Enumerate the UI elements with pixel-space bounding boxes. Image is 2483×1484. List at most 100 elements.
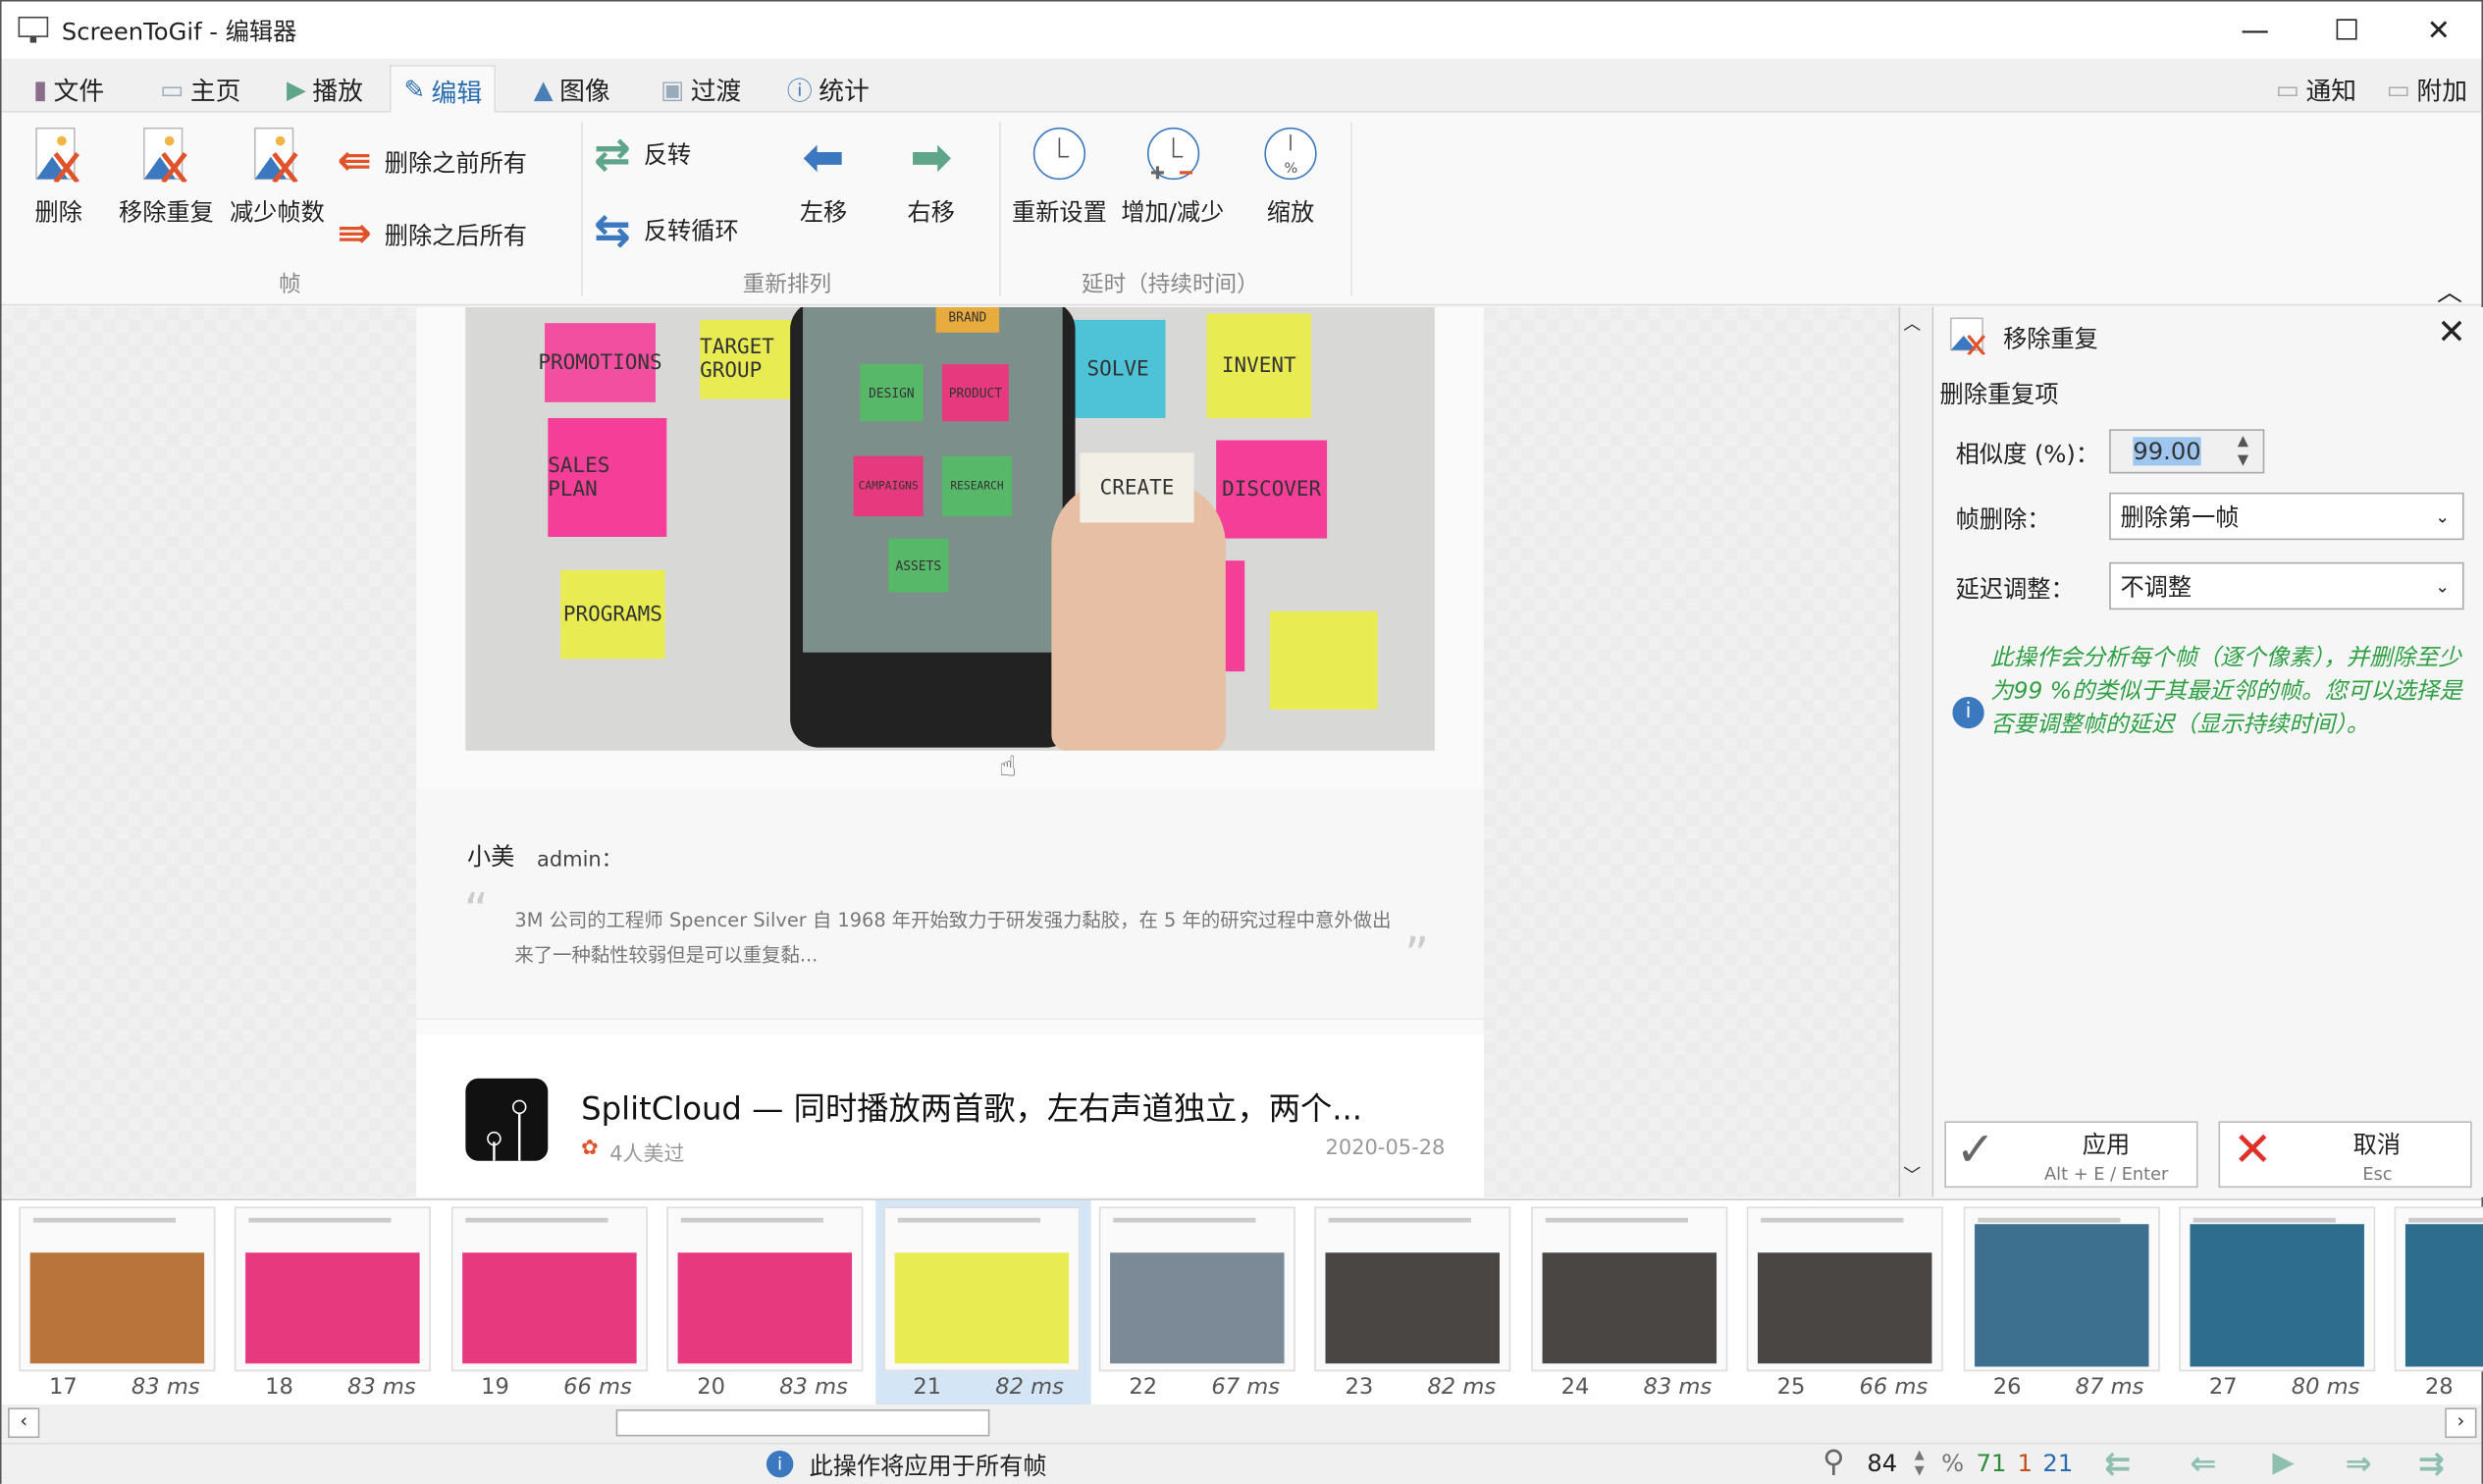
svg-text:%: % bbox=[1285, 161, 1298, 177]
reduce-frames-button[interactable]: 减少帧数 bbox=[230, 125, 325, 228]
frame-list-scrollbar[interactable]: ‹ › bbox=[2, 1404, 2482, 1443]
notifications-button[interactable]: ▭通知 bbox=[2263, 65, 2369, 112]
close-button[interactable]: ✕ bbox=[2393, 2, 2483, 59]
frame-number: 22 bbox=[1129, 1375, 1157, 1401]
similarity-value: 99.00 bbox=[2133, 437, 2200, 465]
tab-image[interactable]: ▲图像 bbox=[521, 65, 623, 112]
tab-home[interactable]: ▭主页 bbox=[147, 65, 253, 112]
delete-button[interactable]: 删除 bbox=[30, 125, 87, 228]
sticky-note: TARGET GROUP bbox=[700, 320, 795, 399]
ribbon-tabs: ▮文件 ▭主页 ▶播放 ✎编辑 ▲图像 ▣过渡 ⓘ统计 ▭通知 ▭附加 bbox=[2, 59, 2482, 113]
reverse-button[interactable]: ⇄反转 bbox=[594, 129, 691, 181]
play-icon[interactable]: ▶ bbox=[2272, 1446, 2294, 1479]
chevron-down-icon: ⌄ bbox=[2435, 506, 2450, 527]
frame-thumbnail-item[interactable]: 25 66 ms bbox=[1739, 1200, 1954, 1406]
zoom-spin-icon[interactable]: ▲▼ bbox=[1915, 1448, 1925, 1479]
splitcloud-app-icon bbox=[465, 1079, 548, 1161]
sticky-note: CREATE bbox=[1080, 452, 1193, 522]
frame-thumbnail-item[interactable]: 24 83 ms bbox=[1523, 1200, 1738, 1406]
similarity-stepper[interactable]: 99.00 ▲▼ bbox=[2109, 429, 2264, 473]
tab-file[interactable]: ▮文件 bbox=[21, 65, 117, 112]
similarity-label: 相似度 (%)： bbox=[1956, 437, 2099, 470]
frame-preview bbox=[883, 1206, 1080, 1371]
frame-preview bbox=[2395, 1206, 2483, 1371]
scroll-left-icon[interactable]: ‹ bbox=[8, 1407, 39, 1438]
article-title[interactable]: SplitCloud — 同时播放两首歌，左右声道独立，两个... bbox=[581, 1084, 1362, 1130]
frame-removal-select[interactable]: 删除第一帧⌄ bbox=[2109, 493, 2463, 540]
tab-edit[interactable]: ✎编辑 bbox=[390, 65, 497, 112]
scroll-thumb[interactable] bbox=[616, 1409, 990, 1436]
previous-frame-icon[interactable]: ⇐ bbox=[2190, 1445, 2216, 1483]
zoom-input[interactable]: 84 bbox=[1867, 1449, 1897, 1477]
frame-delay: 67 ms bbox=[1211, 1375, 1280, 1401]
frame-preview bbox=[235, 1206, 431, 1371]
frame-preview bbox=[1963, 1206, 2159, 1371]
increase-decrease-delay-button[interactable]: 增加/减少 bbox=[1121, 125, 1224, 228]
frame-thumbnail-item[interactable]: 17 83 ms bbox=[11, 1200, 226, 1406]
current-frame: 21 bbox=[2042, 1449, 2073, 1477]
arrow-left-dashed-icon: ⇚ bbox=[338, 137, 372, 185]
yoyo-button[interactable]: ⇆反转循环 bbox=[594, 204, 739, 256]
notify-label: 通知 bbox=[2305, 70, 2356, 108]
sticky-note: DISCOVER bbox=[1216, 441, 1327, 539]
scroll-down-icon[interactable]: ﹀ bbox=[1903, 1162, 1921, 1188]
frame-thumbnail-item[interactable]: 21 82 ms bbox=[875, 1200, 1090, 1406]
frame-number: 21 bbox=[913, 1375, 941, 1401]
reverse-label: 反转 bbox=[644, 137, 691, 171]
minimize-button[interactable]: — bbox=[2209, 2, 2301, 59]
maximize-button[interactable]: ☐ bbox=[2300, 2, 2393, 59]
canvas-vertical-scrollbar[interactable]: ︿ ﹀ bbox=[1899, 307, 1930, 1197]
last-frame-icon[interactable]: ⇉ bbox=[2418, 1445, 2445, 1483]
frame-thumbnail-item[interactable]: 18 83 ms bbox=[227, 1200, 442, 1406]
reduce-frames-label: 减少帧数 bbox=[230, 194, 325, 228]
like-flower-icon: ✿ bbox=[581, 1137, 599, 1160]
frame-number: 17 bbox=[49, 1375, 78, 1401]
clock-plus-minus-icon bbox=[1144, 125, 1201, 182]
frame-thumbnail-item[interactable]: 20 83 ms bbox=[660, 1200, 874, 1406]
scroll-right-icon[interactable]: › bbox=[2445, 1407, 2476, 1438]
delay-adjust-select[interactable]: 不调整⌄ bbox=[2109, 562, 2463, 610]
close-panel-icon[interactable]: ✕ bbox=[2437, 313, 2466, 352]
next-frame-icon[interactable]: ⇒ bbox=[2346, 1445, 2372, 1483]
frame-thumbnail-item[interactable]: 23 82 ms bbox=[1307, 1200, 1522, 1406]
extras-label: 附加 bbox=[2416, 70, 2467, 108]
frame-list[interactable]: 17 83 ms 18 83 ms 19 66 ms 20 83 ms 21 8… bbox=[2, 1198, 2482, 1404]
section-heading: 删除重复项 bbox=[1940, 377, 2059, 410]
spin-arrows-icon[interactable]: ▲▼ bbox=[2238, 432, 2248, 470]
sticky-note: BRAND bbox=[936, 307, 1000, 333]
frame-thumbnail-item[interactable]: 22 67 ms bbox=[1091, 1200, 1306, 1406]
frame-number: 23 bbox=[1345, 1375, 1373, 1401]
scroll-up-icon[interactable]: ︿ bbox=[1903, 310, 1921, 336]
chevron-down-icon: ⌄ bbox=[2435, 576, 2450, 597]
group-frames-label: 帧 bbox=[279, 268, 301, 299]
frame-thumbnail-item[interactable]: 26 87 ms bbox=[1955, 1200, 2170, 1406]
remove-duplicates-button[interactable]: 移除重复 bbox=[119, 125, 214, 228]
info-icon: i bbox=[1952, 697, 1983, 728]
tab-playback[interactable]: ▶播放 bbox=[274, 65, 376, 112]
sticky-note: PROGRAMS bbox=[560, 570, 664, 659]
frame-delay: 87 ms bbox=[2076, 1375, 2144, 1401]
frame-preview bbox=[1531, 1206, 1727, 1371]
scale-delay-button[interactable]: %缩放 bbox=[1262, 125, 1319, 228]
tab-transitions[interactable]: ▣过渡 bbox=[648, 65, 754, 112]
frame-thumbnail-item[interactable]: 27 80 ms bbox=[2171, 1200, 2386, 1406]
delete-label: 删除 bbox=[34, 194, 81, 228]
extras-button[interactable]: ▭附加 bbox=[2374, 65, 2480, 112]
delete-before-button[interactable]: ⇚删除之前所有 bbox=[338, 137, 527, 185]
delay-adjust-label: 延迟调整： bbox=[1956, 571, 2075, 605]
tab-statistics[interactable]: ⓘ统计 bbox=[774, 65, 882, 112]
frame-delay: 66 ms bbox=[1860, 1375, 1928, 1401]
delete-after-button[interactable]: ⇛删除之后所有 bbox=[338, 211, 527, 258]
article-card[interactable]: SplitCloud — 同时播放两首歌，左右声道独立，两个... ✿ 4人美过… bbox=[416, 1035, 1483, 1197]
cancel-button[interactable]: ✕ 取消 Esc bbox=[2219, 1121, 2472, 1188]
frame-delay: 83 ms bbox=[779, 1375, 848, 1401]
move-right-button[interactable]: ➡右移 bbox=[908, 125, 955, 228]
frame-thumbnail-item[interactable]: 28 bbox=[2387, 1200, 2483, 1406]
apply-button[interactable]: ✓ 应用 Alt + E / Enter bbox=[1944, 1121, 2197, 1188]
first-frame-icon[interactable]: ⇇ bbox=[2104, 1445, 2131, 1483]
collapse-ribbon-icon[interactable]: ︿ bbox=[2437, 271, 2462, 309]
frame-thumbnail-item[interactable]: 19 66 ms bbox=[443, 1200, 658, 1406]
override-delay-button[interactable]: 重新设置 bbox=[1012, 125, 1107, 228]
move-left-button[interactable]: ⬅左移 bbox=[800, 125, 847, 228]
comment-author: 小美 bbox=[467, 839, 514, 873]
